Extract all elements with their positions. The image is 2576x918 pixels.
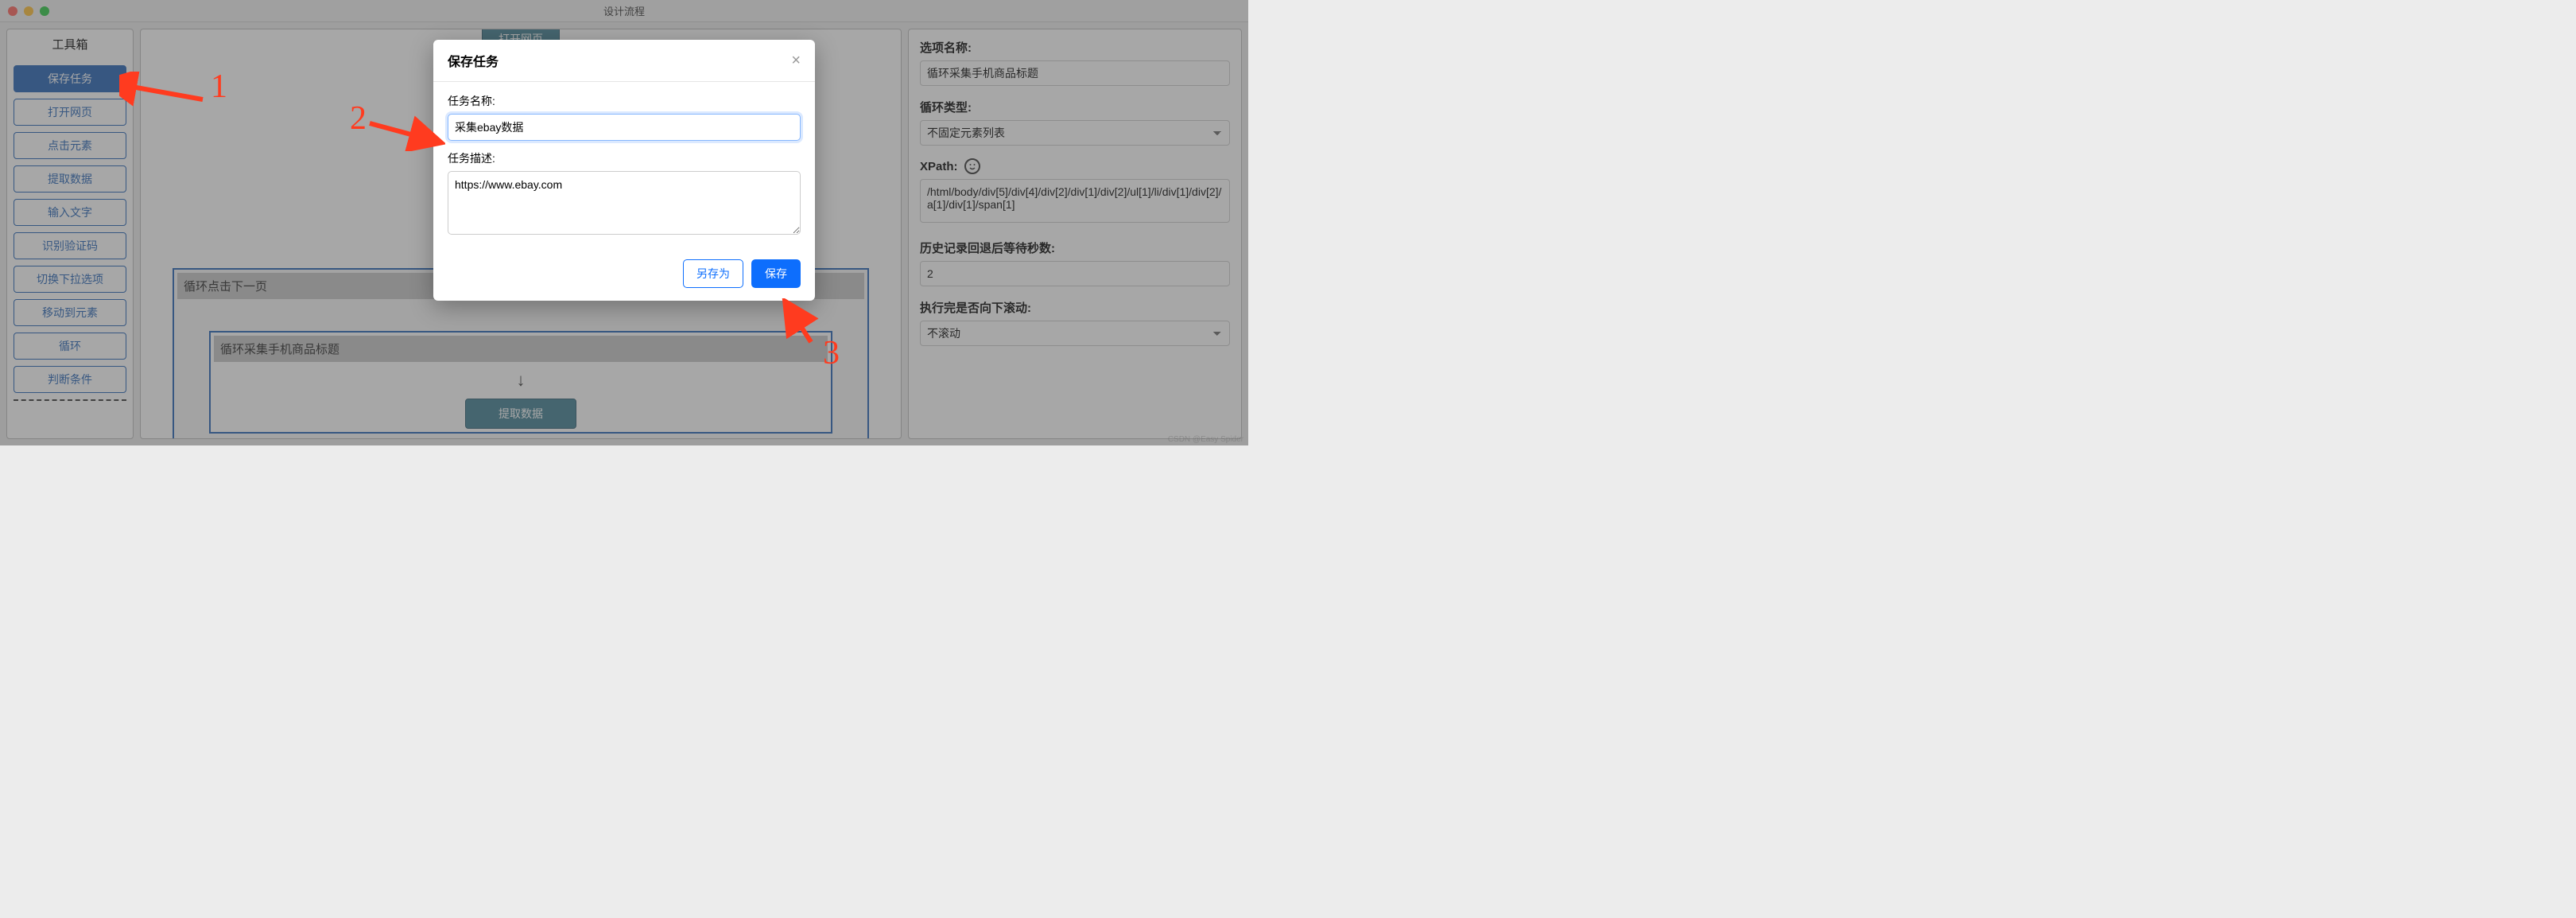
task-name-label: 任务名称: bbox=[448, 93, 801, 109]
task-desc-textarea[interactable] bbox=[448, 171, 801, 235]
task-name-input[interactable] bbox=[448, 114, 801, 141]
close-icon[interactable]: × bbox=[791, 52, 801, 70]
modal-title: 保存任务 bbox=[448, 51, 499, 70]
save-as-button[interactable]: 另存为 bbox=[683, 259, 743, 288]
save-task-modal: 保存任务 × 任务名称: 任务描述: 另存为 保存 bbox=[433, 40, 815, 301]
save-button[interactable]: 保存 bbox=[751, 259, 801, 288]
task-desc-label: 任务描述: bbox=[448, 150, 801, 166]
